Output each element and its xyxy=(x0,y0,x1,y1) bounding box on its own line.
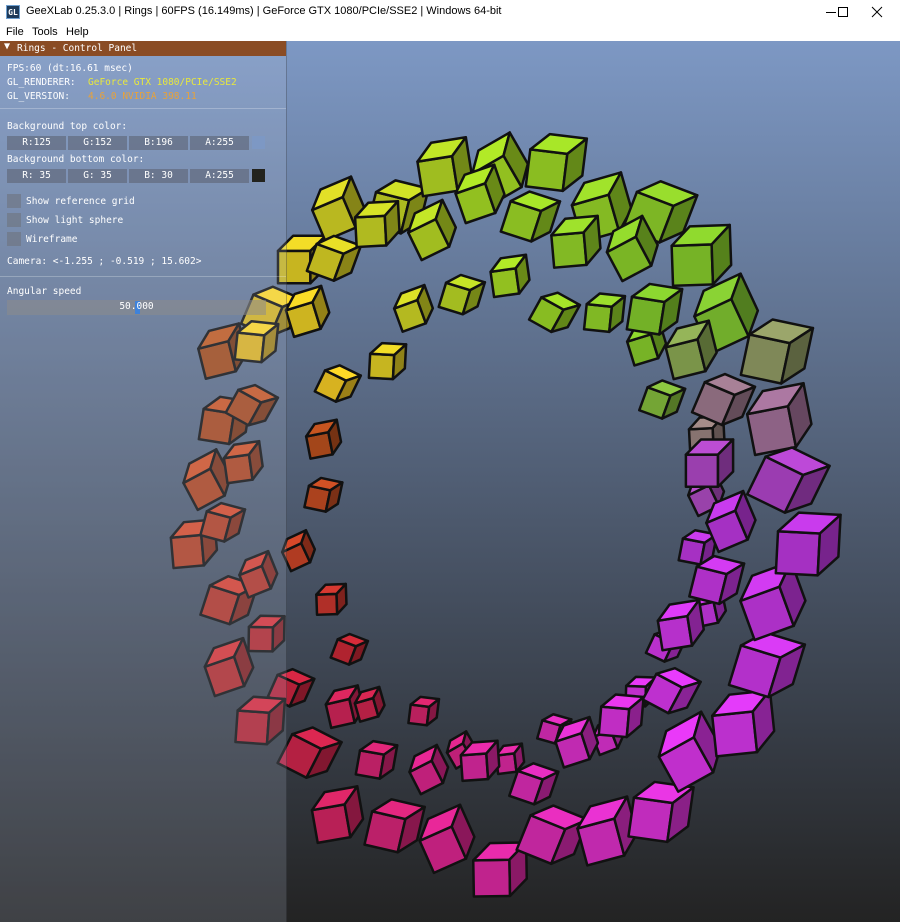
cube xyxy=(407,695,441,727)
bg-bottom-a-field[interactable]: A:255 xyxy=(190,169,249,183)
cube xyxy=(354,739,399,780)
cube xyxy=(727,631,807,699)
cube xyxy=(524,132,589,193)
option-light-sphere-label: Show light sphere xyxy=(26,215,124,226)
angular-speed-value: 50.000 xyxy=(119,301,154,312)
cube xyxy=(304,418,343,460)
cube xyxy=(303,476,344,513)
window-title: GeeXLab 0.25.3.0 | Rings | 60FPS (16.149… xyxy=(26,5,502,17)
maximize-icon xyxy=(838,7,848,17)
cube xyxy=(625,282,684,336)
cube xyxy=(638,379,687,420)
bg-top-r-field[interactable]: R:125 xyxy=(7,136,66,150)
app-icon: GL xyxy=(6,5,20,19)
cube xyxy=(392,283,435,333)
cube xyxy=(664,319,718,381)
separator xyxy=(0,108,286,109)
cube xyxy=(489,253,531,299)
angular-speed-slider[interactable]: 50.000 xyxy=(7,300,266,315)
panel-header[interactable]: ▼ Rings - Control Panel xyxy=(0,41,286,56)
cube xyxy=(745,381,813,457)
bg-bottom-b-field[interactable]: B: 30 xyxy=(129,169,188,183)
cube xyxy=(641,666,702,715)
cube xyxy=(315,582,348,617)
render-viewport[interactable]: ▼ Rings - Control Panel FPS:60 (dt:16.61… xyxy=(0,41,900,922)
collapse-arrow-icon[interactable]: ▼ xyxy=(4,41,10,52)
bg-top-label: Background top color: xyxy=(7,121,128,132)
cube xyxy=(550,214,602,269)
cube xyxy=(597,693,645,739)
version-label: GL_VERSION: xyxy=(7,91,70,102)
bg-bottom-label: Background bottom color: xyxy=(7,154,145,165)
option-wireframe-label: Wireframe xyxy=(26,234,78,245)
renderer-value: GeForce GTX 1080/PCIe/SSE2 xyxy=(88,77,237,88)
bg-bottom-r-field[interactable]: R: 35 xyxy=(7,169,66,183)
version-value: 4.6.0 NVIDIA 398.11 xyxy=(88,91,197,102)
option-reference-grid-label: Show reference grid xyxy=(26,196,135,207)
close-icon xyxy=(871,6,883,18)
bg-bottom-g-field[interactable]: G: 35 xyxy=(68,169,127,183)
title-bar: GL GeeXLab 0.25.3.0 | Rings | 60FPS (16.… xyxy=(0,0,900,24)
separator xyxy=(0,276,286,277)
checkbox-light-sphere[interactable] xyxy=(7,213,21,227)
menu-bar: File Tools Help xyxy=(0,24,900,42)
cube xyxy=(527,291,582,334)
angular-speed-label: Angular speed xyxy=(7,286,82,297)
fps-readout: FPS:60 (dt:16.61 msec) xyxy=(7,63,133,74)
cube xyxy=(310,785,365,845)
menu-file[interactable]: File xyxy=(6,26,24,38)
cube xyxy=(276,726,343,779)
bg-top-a-field[interactable]: A:255 xyxy=(190,136,249,150)
cube xyxy=(582,292,627,334)
bg-top-g-field[interactable]: G:152 xyxy=(68,136,127,150)
panel-title: Rings - Control Panel xyxy=(17,43,138,54)
cube xyxy=(313,364,363,403)
cube xyxy=(437,273,487,316)
bg-top-color-swatch[interactable] xyxy=(252,136,265,149)
checkbox-wireframe[interactable] xyxy=(7,232,21,246)
cube xyxy=(684,438,735,488)
cube xyxy=(710,689,776,758)
checkbox-reference-grid[interactable] xyxy=(7,194,21,208)
camera-readout: Camera: <-1.255 ; -0.519 ; 15.602> xyxy=(7,256,202,267)
control-panel: ▼ Rings - Control Panel FPS:60 (dt:16.61… xyxy=(0,41,287,922)
bg-top-b-field[interactable]: B:196 xyxy=(129,136,188,150)
menu-help[interactable]: Help xyxy=(66,26,89,38)
cube xyxy=(656,598,706,652)
cube xyxy=(367,341,408,381)
cube xyxy=(363,798,426,854)
renderer-label: GL_RENDERER: xyxy=(7,77,76,88)
cube xyxy=(774,511,842,577)
bg-bottom-color-swatch[interactable] xyxy=(252,169,265,182)
close-button[interactable] xyxy=(854,0,900,24)
menu-tools[interactable]: Tools xyxy=(32,26,58,38)
cube xyxy=(329,632,370,666)
